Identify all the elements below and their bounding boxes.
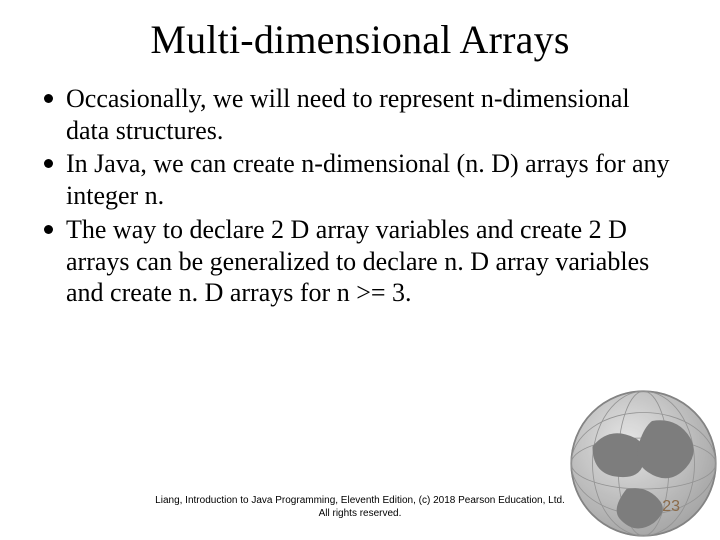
list-item: The way to declare 2 D array variables a… [44, 214, 676, 309]
slide: Multi-dimensional Arrays Occasionally, w… [0, 0, 720, 540]
list-item: Occasionally, we will need to represent … [44, 83, 676, 146]
list-item: In Java, we can create n-dimensional (n.… [44, 148, 676, 211]
bullet-list: Occasionally, we will need to represent … [44, 83, 676, 309]
footer-line-1: Liang, Introduction to Java Programming,… [0, 495, 720, 508]
page-number: 23 [662, 498, 680, 516]
slide-title: Multi-dimensional Arrays [44, 16, 676, 63]
footer-line-2: All rights reserved. [0, 508, 720, 521]
footer: Liang, Introduction to Java Programming,… [0, 495, 720, 520]
